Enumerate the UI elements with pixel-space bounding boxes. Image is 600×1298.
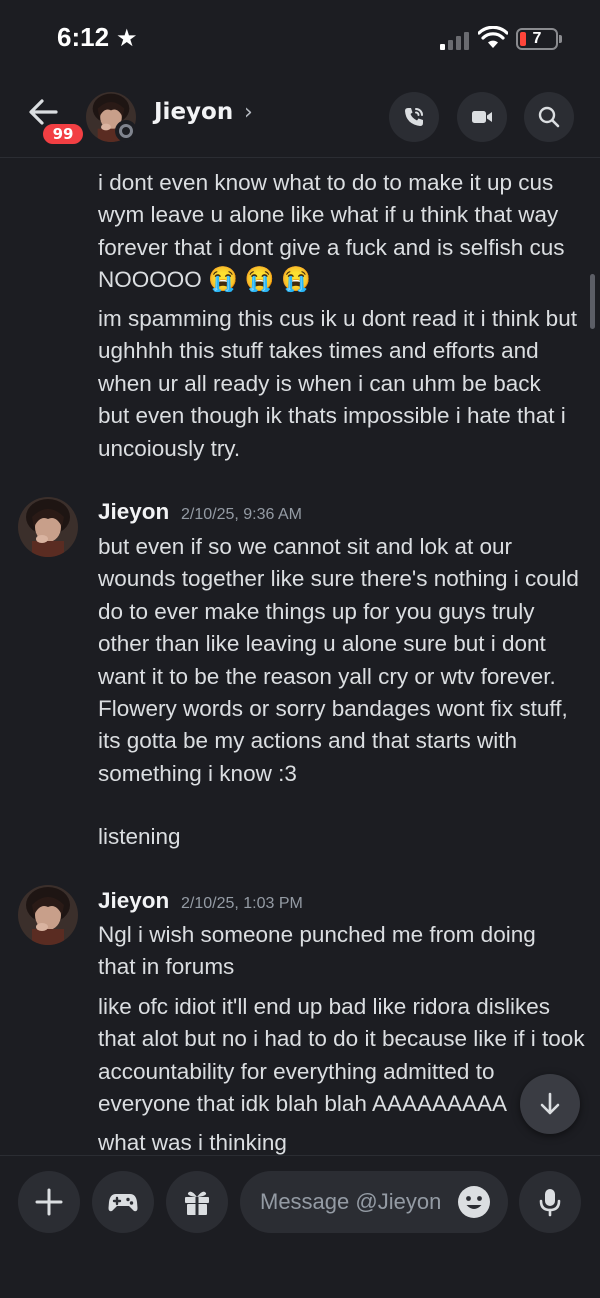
video-icon [472,111,492,123]
author-avatar[interactable] [18,885,78,945]
search-icon [538,106,560,128]
message[interactable]: like ofc idiot it'll end up bad like rid… [98,991,588,1121]
wifi-icon [478,26,508,48]
star-icon: ★ [116,24,138,52]
arrow-down-icon [540,1092,560,1115]
message-timestamp: 2/10/25, 9:36 AM [181,506,302,523]
message[interactable]: i dont even know what to do to make it u… [98,167,578,297]
crying-emoji: 😭 😭 😭 [208,266,312,294]
author-name[interactable]: Jieyon [98,499,169,525]
author-avatar[interactable] [18,497,78,557]
battery-icon: 7 [516,28,558,50]
voice-call-button[interactable] [389,92,439,142]
status-bar: 6:12 ★ 7 [0,0,600,80]
message-list[interactable]: i dont even know what to do to make it u… [0,159,600,1155]
activities-button[interactable] [92,1171,154,1233]
unread-badge: 99 [40,121,86,147]
message[interactable]: im spamming this cus ik u dont read it i… [98,303,578,465]
add-attachment-button[interactable] [18,1171,80,1233]
message-input-container[interactable] [240,1171,508,1233]
call-icon [405,108,423,126]
plus-icon [35,1188,63,1216]
contact-name[interactable]: Jieyon [154,99,233,125]
chevron-right-icon[interactable]: › [244,100,253,125]
gift-button[interactable] [166,1171,228,1233]
message-input[interactable] [260,1171,450,1233]
message-text: i dont even know what to do to make it u… [98,170,565,293]
gift-icon [185,1191,209,1215]
cellular-signal-icon [440,30,469,50]
gamepad-icon [108,1194,138,1212]
author-name[interactable]: Jieyon [98,888,169,914]
message[interactable]: listening [98,821,588,853]
search-button[interactable] [524,92,574,142]
message[interactable]: Ngl i wish someone punched me from doing… [98,919,568,984]
offline-status-icon [115,120,137,142]
message-timestamp: 2/10/25, 1:03 PM [181,895,303,912]
battery-level: 7 [532,30,542,47]
message[interactable]: but even if so we cannot sit and lok at … [98,531,588,790]
battery-cap [559,35,562,43]
emoji-picker-icon[interactable] [457,1185,491,1219]
scrollbar[interactable] [590,274,595,329]
message-composer [0,1155,600,1298]
microphone-icon [539,1189,561,1217]
voice-message-button[interactable] [519,1171,581,1233]
message[interactable]: what was i thinking [98,1127,588,1155]
video-call-button[interactable] [457,92,507,142]
status-time: 6:12 [57,22,110,52]
chat-header: 99 Jieyon › [0,80,600,158]
jump-to-present-button[interactable] [520,1074,580,1134]
